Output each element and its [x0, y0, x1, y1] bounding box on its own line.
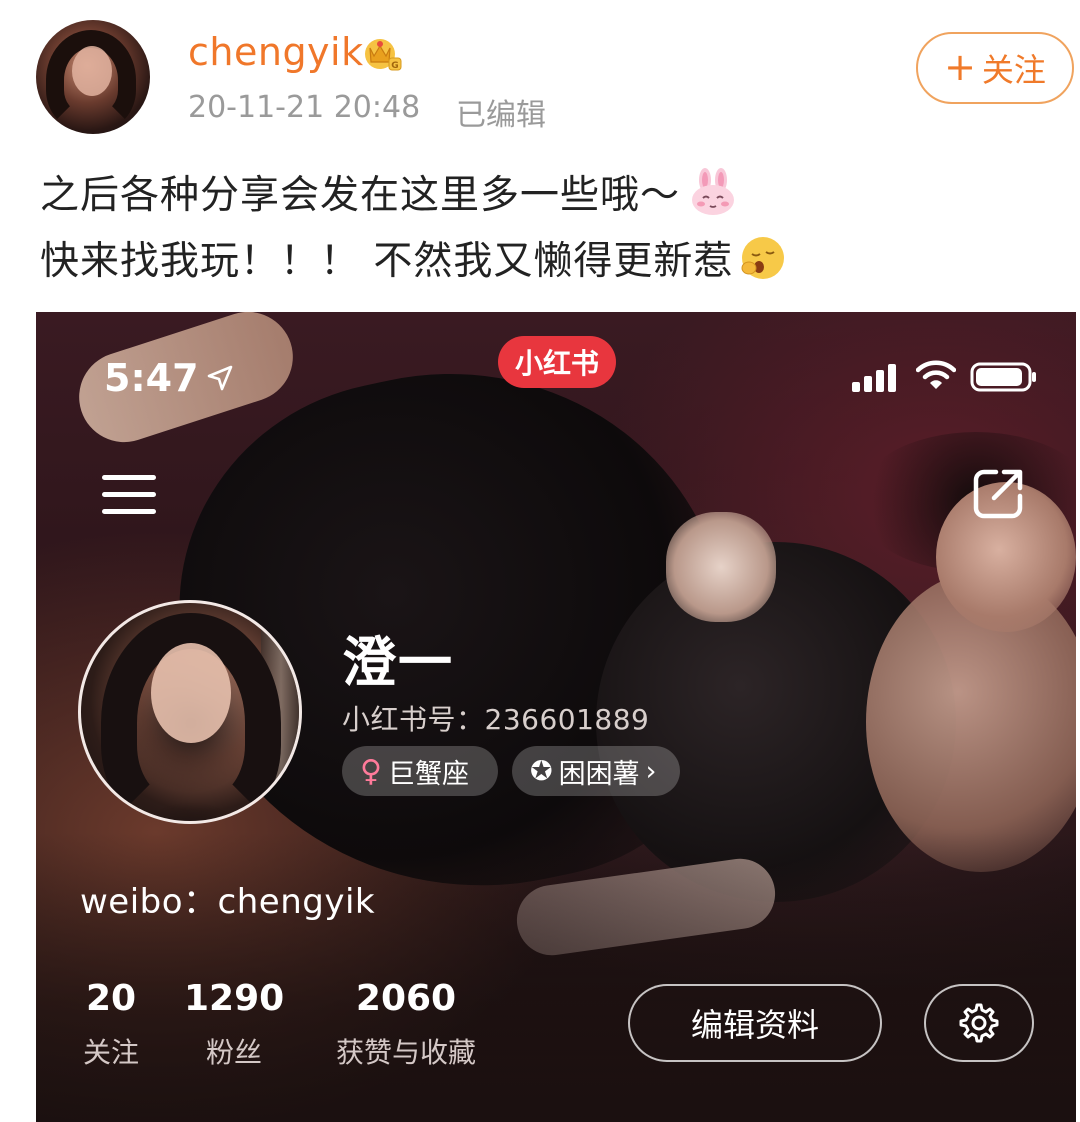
- embedded-screenshot[interactable]: 5:47 小红书 澄一 小红书号：236601889 ♀ 巨蟹座 ✪ 困困薯 ›…: [36, 312, 1076, 1122]
- level-badge-icon: ✪: [530, 755, 553, 787]
- settings-gear-icon: [959, 1003, 999, 1043]
- fans-label: 粉丝: [205, 1036, 262, 1069]
- avatar-face: [151, 643, 231, 743]
- edited-label[interactable]: 已编辑: [456, 90, 546, 134]
- post-text-line-1: 之后各种分享会发在这里多一些哦～: [40, 164, 738, 220]
- likes-collects-count[interactable]: 2060 获赞与收藏: [326, 978, 486, 1071]
- wifi-icon: [916, 360, 956, 389]
- post-text-line-2: 快来找我玩！！！ 不然我又懒得更新惹: [40, 230, 787, 286]
- post-text-content-1: 之后各种分享会发在这里多一些哦～: [40, 173, 681, 218]
- fans-value: 1290: [184, 978, 285, 1019]
- likes-value: 2060: [355, 978, 457, 1019]
- profile-bio: weibo：chengyik: [80, 882, 376, 922]
- bunny-emoji-icon: [692, 168, 735, 215]
- share-icon[interactable]: [970, 466, 1026, 522]
- settings-button[interactable]: [924, 984, 1034, 1062]
- post-text-content-2: 快来找我玩！！！ 不然我又懒得更新惹: [40, 239, 734, 284]
- zodiac-tag[interactable]: ♀ 巨蟹座: [342, 746, 498, 796]
- yawning-emoji-icon: [741, 237, 785, 279]
- level-label: 困困薯: [558, 758, 640, 790]
- following-label: 关注: [82, 1036, 139, 1069]
- location-arrow-icon: [207, 365, 232, 391]
- author-avatar[interactable]: [36, 20, 150, 134]
- following-value: 20: [85, 978, 137, 1019]
- following-count[interactable]: 20 关注: [76, 978, 146, 1071]
- follow-label: 关注: [981, 51, 1046, 89]
- xiaohongshu-badge: 小红书: [498, 336, 616, 388]
- photo-hand: [666, 512, 776, 622]
- edit-profile-button[interactable]: 编辑资料: [628, 984, 882, 1062]
- zodiac-label: 巨蟹座: [387, 758, 469, 790]
- signal-bars-icon: [852, 364, 896, 392]
- chevron-right-icon: ›: [645, 755, 657, 787]
- avatar-face: [72, 46, 112, 96]
- crown-icon: G: [365, 39, 402, 71]
- level-tag[interactable]: ✪ 困困薯 ›: [512, 746, 680, 796]
- profile-id: 小红书号：236601889: [342, 703, 650, 736]
- post-timestamp: 20-11-21 20:48: [188, 90, 421, 125]
- svg-text:G: G: [391, 61, 398, 71]
- plus-icon: +: [944, 44, 976, 89]
- menu-icon[interactable]: [100, 472, 158, 518]
- author-username[interactable]: chengyik: [188, 30, 364, 74]
- status-time: 5:47: [104, 356, 235, 400]
- likes-label: 获赞与收藏: [335, 1036, 476, 1069]
- battery-icon: [970, 362, 1036, 392]
- profile-avatar[interactable]: [78, 600, 302, 824]
- follow-button[interactable]: + 关注: [916, 32, 1074, 104]
- profile-nickname: 澄一: [342, 631, 454, 694]
- female-icon: ♀: [360, 753, 382, 789]
- fans-count[interactable]: 1290 粉丝: [184, 978, 284, 1071]
- status-time-text: 5:47: [104, 356, 199, 400]
